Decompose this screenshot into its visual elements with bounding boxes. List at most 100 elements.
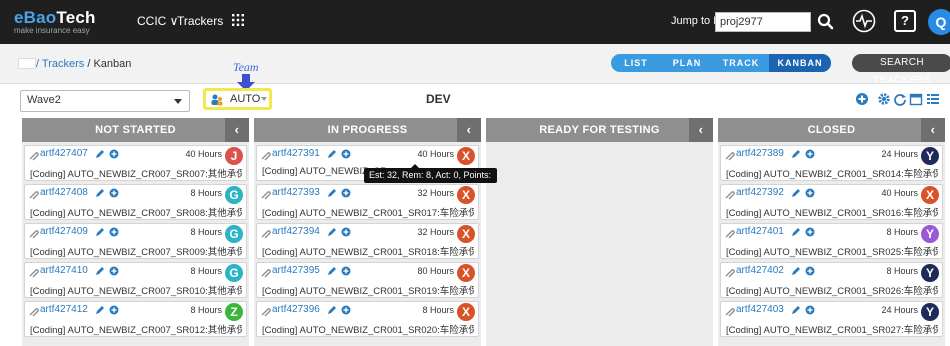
collapse-chevron-icon[interactable]: ‹ [689, 118, 713, 142]
task-card[interactable]: artf427389 24 Hours Y [Coding] AUTO_NEWB… [720, 145, 943, 181]
project-menu[interactable]: CCIC ∨ [137, 14, 178, 28]
add-circle-icon[interactable] [341, 227, 351, 237]
tab-track[interactable]: TRACK [713, 54, 769, 72]
task-card[interactable]: artf427403 24 Hours Y [Coding] AUTO_NEWB… [720, 301, 943, 337]
add-circle-icon[interactable] [341, 266, 351, 276]
card-id-link[interactable]: artf427395 [260, 265, 320, 276]
logo[interactable]: eBaoTech make insurance easy [14, 8, 124, 35]
pencil-icon[interactable] [791, 266, 801, 276]
add-circle-icon[interactable] [805, 149, 815, 159]
wave-select[interactable]: Wave2 [20, 90, 190, 112]
pencil-icon[interactable] [327, 149, 337, 159]
card-id-link[interactable]: artf427401 [724, 226, 784, 237]
pencil-icon[interactable] [95, 188, 105, 198]
add-circle-icon[interactable] [109, 266, 119, 276]
task-card[interactable]: artf427409 8 Hours G [Coding] AUTO_NEWBI… [24, 223, 247, 259]
assignee-avatar[interactable]: X [921, 186, 939, 204]
card-id-link[interactable]: artf427408 [28, 187, 88, 198]
tab-list[interactable]: LIST [611, 54, 661, 72]
task-card[interactable]: artf427402 8 Hours Y [Coding] AUTO_NEWBI… [720, 262, 943, 298]
gear-icon[interactable] [877, 92, 891, 106]
add-circle-icon[interactable] [805, 305, 815, 315]
card-id-link[interactable]: artf427407 [28, 148, 88, 159]
collapse-chevron-icon[interactable]: ‹ [921, 118, 945, 142]
task-card[interactable]: artf427395 80 Hours X [Coding] AUTO_NEWB… [256, 262, 479, 298]
task-card[interactable]: artf427407 40 Hours J [Coding] AUTO_NEWB… [24, 145, 247, 181]
pencil-icon[interactable] [327, 227, 337, 237]
task-card[interactable]: artf427410 8 Hours G [Coding] AUTO_NEWBI… [24, 262, 247, 298]
jump-id-input[interactable] [715, 12, 811, 32]
pencil-icon[interactable] [95, 227, 105, 237]
assignee-avatar[interactable]: Z [225, 303, 243, 321]
assignee-avatar[interactable]: X [457, 264, 475, 282]
assignee-avatar[interactable]: G [225, 186, 243, 204]
task-card[interactable]: artf427396 8 Hours X [Coding] AUTO_NEWBI… [256, 301, 479, 337]
assignee-avatar[interactable]: X [457, 225, 475, 243]
card-id-link[interactable]: artf427396 [260, 304, 320, 315]
card-id-link[interactable]: artf427410 [28, 265, 88, 276]
assignee-avatar[interactable]: X [457, 147, 475, 165]
assignee-avatar[interactable]: Y [921, 303, 939, 321]
tab-kanban[interactable]: KANBAN [769, 54, 831, 72]
task-card[interactable]: artf427392 40 Hours X [Coding] AUTO_NEWB… [720, 184, 943, 220]
task-card[interactable]: artf427393 32 Hours X [Coding] AUTO_NEWB… [256, 184, 479, 220]
search-icon[interactable] [816, 12, 836, 32]
pencil-icon[interactable] [791, 149, 801, 159]
add-circle-icon[interactable] [855, 92, 869, 106]
list-view-icon[interactable] [926, 92, 940, 106]
assignee-avatar[interactable]: Y [921, 264, 939, 282]
pencil-icon[interactable] [95, 149, 105, 159]
calendar-icon[interactable] [909, 92, 923, 106]
assignee-avatar[interactable]: X [457, 186, 475, 204]
add-circle-icon[interactable] [109, 305, 119, 315]
add-circle-icon[interactable] [341, 305, 351, 315]
assignee-avatar[interactable]: G [225, 225, 243, 243]
collapse-chevron-icon[interactable]: ‹ [225, 118, 249, 142]
pencil-icon[interactable] [327, 266, 337, 276]
card-id-link[interactable]: artf427402 [724, 265, 784, 276]
card-id-link[interactable]: artf427392 [724, 187, 784, 198]
refresh-icon[interactable] [893, 92, 907, 106]
pencil-icon[interactable] [327, 305, 337, 315]
search-trackers-button[interactable]: SEARCH TRACKERS [852, 54, 950, 86]
task-card[interactable]: artf427401 8 Hours Y [Coding] AUTO_NEWBI… [720, 223, 943, 259]
task-card[interactable]: artf427408 8 Hours G [Coding] AUTO_NEWBI… [24, 184, 247, 220]
add-circle-icon[interactable] [109, 227, 119, 237]
trackers-menu[interactable]: Trackers [177, 14, 244, 28]
assignee-avatar[interactable]: J [225, 147, 243, 165]
tab-plan[interactable]: PLAN [661, 54, 713, 72]
add-circle-icon[interactable] [109, 149, 119, 159]
pencil-icon[interactable] [791, 227, 801, 237]
add-circle-icon[interactable] [341, 149, 351, 159]
card-id-link[interactable]: artf427412 [28, 304, 88, 315]
user-avatar[interactable]: Q [928, 9, 950, 35]
collapse-chevron-icon[interactable]: ‹ [457, 118, 481, 142]
pencil-icon[interactable] [327, 188, 337, 198]
task-card[interactable]: artf427412 8 Hours Z [Coding] AUTO_NEWBI… [24, 301, 247, 337]
breadcrumb-project-box[interactable] [18, 58, 36, 69]
task-card[interactable]: artf427394 32 Hours X [Coding] AUTO_NEWB… [256, 223, 479, 259]
assignee-avatar[interactable]: Y [921, 147, 939, 165]
add-circle-icon[interactable] [109, 188, 119, 198]
assignee-avatar[interactable]: Y [921, 225, 939, 243]
breadcrumb-trackers-link[interactable]: / Trackers [36, 58, 84, 70]
card-id-link[interactable]: artf427393 [260, 187, 320, 198]
pencil-icon[interactable] [791, 188, 801, 198]
card-id-link[interactable]: artf427391 [260, 148, 320, 159]
pencil-icon[interactable] [95, 305, 105, 315]
assignee-avatar[interactable]: G [225, 264, 243, 282]
pencil-icon[interactable] [791, 305, 801, 315]
activity-icon[interactable] [852, 9, 876, 33]
add-circle-icon[interactable] [805, 188, 815, 198]
pencil-icon[interactable] [95, 266, 105, 276]
add-circle-icon[interactable] [805, 266, 815, 276]
add-circle-icon[interactable] [805, 227, 815, 237]
card-id-link[interactable]: artf427389 [724, 148, 784, 159]
card-id-link[interactable]: artf427403 [724, 304, 784, 315]
add-circle-icon[interactable] [341, 188, 351, 198]
card-id-link[interactable]: artf427394 [260, 226, 320, 237]
team-select[interactable]: AUTO [203, 88, 272, 110]
card-id-link[interactable]: artf427409 [28, 226, 88, 237]
assignee-avatar[interactable]: X [457, 303, 475, 321]
help-icon[interactable]: ? [894, 10, 916, 32]
